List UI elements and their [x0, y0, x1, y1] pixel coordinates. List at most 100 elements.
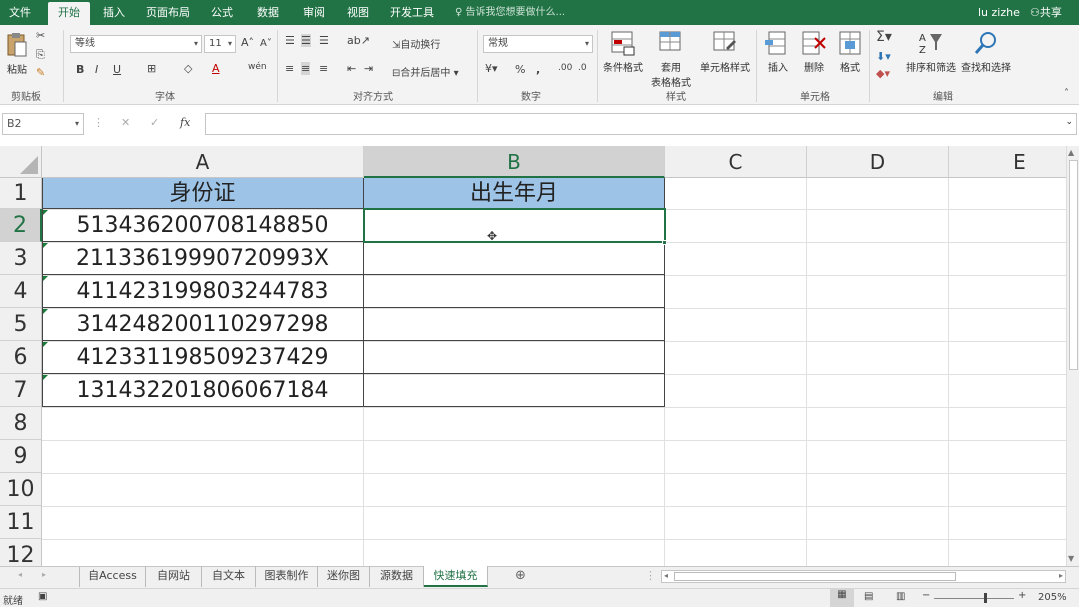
- scroll-left-icon[interactable]: ◂: [664, 571, 668, 580]
- format-cells-button[interactable]: 格式: [834, 30, 866, 74]
- hscroll-thumb[interactable]: [674, 572, 956, 581]
- cut-icon[interactable]: ✂: [36, 29, 45, 42]
- orientation-icon[interactable]: ab↗: [347, 34, 370, 47]
- autosum-icon[interactable]: Σ▾: [876, 29, 892, 45]
- row-header-3[interactable]: 3: [0, 242, 42, 275]
- delete-cells-button[interactable]: 删除: [798, 30, 830, 74]
- fill-color-icon[interactable]: ◇: [184, 62, 192, 75]
- underline-button[interactable]: U: [113, 63, 121, 76]
- paste-button[interactable]: 粘贴: [4, 32, 30, 82]
- sheet-tab-chart[interactable]: 图表制作: [256, 566, 318, 587]
- name-box[interactable]: B2 ▾: [2, 113, 84, 135]
- align-top-icon[interactable]: ☰: [285, 34, 295, 47]
- column-header-e[interactable]: E: [949, 146, 1066, 178]
- tab-data[interactable]: 数据: [250, 0, 286, 25]
- cell-a2[interactable]: 513436200708148850: [42, 209, 364, 242]
- page-break-view-icon[interactable]: ▥: [896, 591, 905, 602]
- decrease-decimal-icon[interactable]: .0: [578, 63, 587, 73]
- page-layout-view-icon[interactable]: ▤: [864, 591, 873, 602]
- user-name[interactable]: lu zizhe: [978, 0, 1020, 25]
- align-bottom-icon[interactable]: ☰: [319, 34, 329, 47]
- scroll-down-icon[interactable]: ▼: [1068, 554, 1074, 563]
- number-format-select[interactable]: 常规 ▾: [483, 35, 593, 53]
- fill-icon[interactable]: ⬇▾: [876, 50, 891, 63]
- clear-icon[interactable]: ◆▾: [876, 67, 890, 80]
- row-header-5[interactable]: 5: [0, 308, 42, 341]
- cancel-icon[interactable]: ✕: [121, 116, 130, 129]
- wrap-text-button[interactable]: ⇲自动换行: [392, 36, 440, 51]
- row-header-2[interactable]: 2: [0, 209, 42, 242]
- row-header-1[interactable]: 1: [0, 178, 42, 209]
- currency-icon[interactable]: ¥▾: [485, 62, 498, 75]
- row-header-9[interactable]: 9: [0, 440, 42, 473]
- percent-button[interactable]: %: [515, 63, 525, 76]
- format-painter-icon[interactable]: ✎: [36, 66, 45, 79]
- align-center-icon[interactable]: ≡: [301, 62, 311, 75]
- column-header-d[interactable]: D: [807, 146, 949, 178]
- formula-input[interactable]: ⌄: [205, 113, 1077, 135]
- worksheet-grid[interactable]: A B C D E 1 2 3 4 5 6 7 8 9 10 11 12 身份证…: [0, 146, 1066, 566]
- cell-a4[interactable]: 411423199803244783: [42, 275, 364, 308]
- merge-center-button[interactable]: ⊟合并后居中 ▾: [392, 64, 459, 79]
- cell-styles-button[interactable]: 单元格样式: [698, 30, 752, 74]
- zoom-level[interactable]: 205%: [1038, 592, 1067, 603]
- font-size-select[interactable]: 11 ▾: [204, 35, 236, 53]
- tab-page-layout[interactable]: 页面布局: [140, 0, 196, 25]
- phonetic-icon[interactable]: wén: [248, 62, 267, 72]
- fill-handle[interactable]: [662, 240, 667, 245]
- select-all-corner[interactable]: [0, 146, 42, 178]
- cell-a6[interactable]: 412331198509237429: [42, 341, 364, 374]
- cell-a3[interactable]: 21133619990720993X: [42, 242, 364, 275]
- confirm-icon[interactable]: ✓: [150, 116, 159, 129]
- zoom-slider-thumb[interactable]: [984, 593, 987, 603]
- cell-b7[interactable]: [364, 374, 665, 407]
- share-button[interactable]: ⚇共享: [1030, 0, 1062, 25]
- bold-button[interactable]: B: [76, 63, 84, 76]
- align-middle-icon[interactable]: ☰: [301, 34, 311, 47]
- increase-indent-icon[interactable]: ⇥: [364, 62, 373, 75]
- column-header-a[interactable]: A: [42, 146, 364, 178]
- row-header-7[interactable]: 7: [0, 374, 42, 407]
- row-header-8[interactable]: 8: [0, 407, 42, 440]
- copy-icon[interactable]: ⎘: [36, 48, 45, 62]
- tab-home[interactable]: 开始: [48, 2, 90, 25]
- decrease-indent-icon[interactable]: ⇤: [347, 62, 356, 75]
- shrink-font-icon[interactable]: A˅: [260, 38, 272, 49]
- cell-a5[interactable]: 314248200110297298: [42, 308, 364, 341]
- sheet-tab-access[interactable]: 自Access: [80, 566, 146, 587]
- sheet-tab-flash-fill[interactable]: 快速填充: [424, 566, 488, 587]
- sheet-tab-sparkline[interactable]: 迷你图: [318, 566, 370, 587]
- align-right-icon[interactable]: ≡: [319, 62, 328, 75]
- horizontal-scrollbar[interactable]: ◂ ▸: [661, 570, 1066, 583]
- add-sheet-icon[interactable]: ⊕: [515, 568, 526, 583]
- comma-button[interactable]: ,: [536, 63, 540, 76]
- tab-view[interactable]: 视图: [340, 0, 376, 25]
- insert-cells-button[interactable]: 插入: [762, 30, 794, 74]
- cell-b1[interactable]: 出生年月: [364, 178, 665, 209]
- tab-file[interactable]: 文件: [0, 0, 40, 25]
- normal-view-icon[interactable]: ▦: [830, 589, 854, 607]
- prev-sheet-icon[interactable]: ◂: [18, 570, 22, 579]
- cell-b5[interactable]: [364, 308, 665, 341]
- cell-b6[interactable]: [364, 341, 665, 374]
- scroll-right-icon[interactable]: ▸: [1059, 571, 1063, 580]
- sort-filter-button[interactable]: AZ 排序和筛选: [904, 30, 958, 74]
- next-sheet-icon[interactable]: ▸: [42, 570, 46, 579]
- cell-b4[interactable]: [364, 275, 665, 308]
- conditional-format-button[interactable]: 条件格式: [600, 30, 646, 74]
- column-header-b[interactable]: B: [364, 146, 665, 178]
- row-header-6[interactable]: 6: [0, 341, 42, 374]
- font-color-icon[interactable]: A: [212, 62, 220, 75]
- sheet-tab-text[interactable]: 自文本: [202, 566, 256, 587]
- row-header-12[interactable]: 12: [0, 539, 42, 566]
- zoom-slider[interactable]: [934, 598, 1014, 599]
- align-left-icon[interactable]: ≡: [285, 62, 294, 75]
- border-icon[interactable]: ⊞: [147, 62, 156, 75]
- tab-review[interactable]: 审阅: [296, 0, 332, 25]
- expand-formula-icon[interactable]: ⌄: [1065, 117, 1073, 127]
- grow-font-icon[interactable]: A˄: [241, 36, 254, 49]
- row-header-4[interactable]: 4: [0, 275, 42, 308]
- macro-record-icon[interactable]: ▣: [38, 591, 47, 602]
- cell-b3[interactable]: [364, 242, 665, 275]
- scroll-up-icon[interactable]: ▲: [1068, 148, 1074, 157]
